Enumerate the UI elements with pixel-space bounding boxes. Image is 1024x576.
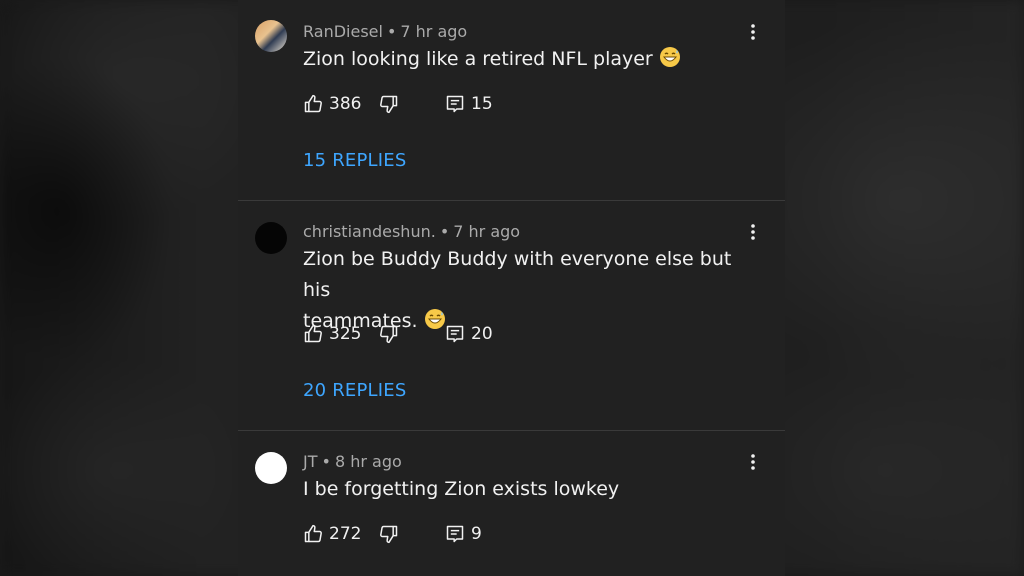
thumbs-down-icon (379, 324, 399, 344)
reply-icon (445, 94, 465, 114)
avatar[interactable] (255, 452, 287, 484)
dislike-button[interactable] (379, 92, 399, 116)
comment-actions: 325 20 (303, 322, 553, 346)
comment-text: Zion looking like a retired NFL player (303, 44, 743, 75)
comment-item: RanDiesel • 7 hr ago Zion looking like a r… (238, 0, 785, 200)
avatar[interactable] (255, 20, 287, 52)
comment-meta: JT • 8 hr ago (303, 452, 402, 471)
reply-icon (445, 324, 465, 344)
view-replies-link[interactable]: 15 REPLIES (303, 150, 407, 171)
avatar[interactable] (255, 222, 287, 254)
comment-item: christiandeshun. • 7 hr ago Zion be Buddy … (238, 200, 785, 430)
view-replies-link[interactable]: 20 REPLIES (303, 380, 407, 401)
meta-separator: • (439, 222, 450, 241)
thumbs-down-icon (379, 94, 399, 114)
thumbs-up-icon (303, 524, 323, 544)
reply-button[interactable]: 20 (445, 322, 493, 346)
meta-separator: • (386, 22, 397, 41)
dislike-button[interactable] (379, 522, 399, 546)
comment-actions: 272 9 (303, 522, 553, 546)
comment-text: I be forgetting Zion exists lowkey (303, 478, 620, 500)
timestamp: 7 hr ago (400, 22, 468, 41)
like-count: 386 (329, 94, 362, 114)
author-name[interactable]: christiandeshun. (303, 222, 436, 241)
reply-count: 20 (471, 324, 493, 344)
like-button[interactable]: 386 (303, 92, 361, 116)
timestamp: 7 hr ago (453, 222, 521, 241)
timestamp: 8 hr ago (334, 452, 402, 471)
like-count: 325 (329, 324, 362, 344)
comment-meta: RanDiesel • 7 hr ago (303, 22, 467, 41)
author-name[interactable]: JT (303, 452, 318, 471)
more-options-icon[interactable] (743, 222, 763, 242)
thumbs-up-icon (303, 324, 323, 344)
comment-actions: 386 15 (303, 92, 553, 116)
dislike-button[interactable] (379, 322, 399, 346)
thumbs-up-icon (303, 94, 323, 114)
thumbs-down-icon (379, 524, 399, 544)
reply-button[interactable]: 15 (445, 92, 493, 116)
like-count: 272 (329, 524, 362, 544)
comment-meta: christiandeshun. • 7 hr ago (303, 222, 520, 241)
more-options-icon[interactable] (743, 22, 763, 42)
comment-item: JT • 8 hr ago I be forgetting Zion exists … (238, 430, 785, 576)
meta-separator: • (321, 452, 331, 471)
author-name[interactable]: RanDiesel (303, 22, 383, 41)
reply-icon (445, 524, 465, 544)
comments-panel: RanDiesel • 7 hr ago Zion looking like a r… (238, 0, 785, 576)
reply-count: 15 (471, 94, 493, 114)
grinning-sweat-emoji (659, 46, 680, 67)
reply-count: 9 (471, 524, 482, 544)
reply-button[interactable]: 9 (445, 522, 482, 546)
like-button[interactable]: 325 (303, 322, 361, 346)
more-options-icon[interactable] (743, 452, 763, 472)
like-button[interactable]: 272 (303, 522, 361, 546)
